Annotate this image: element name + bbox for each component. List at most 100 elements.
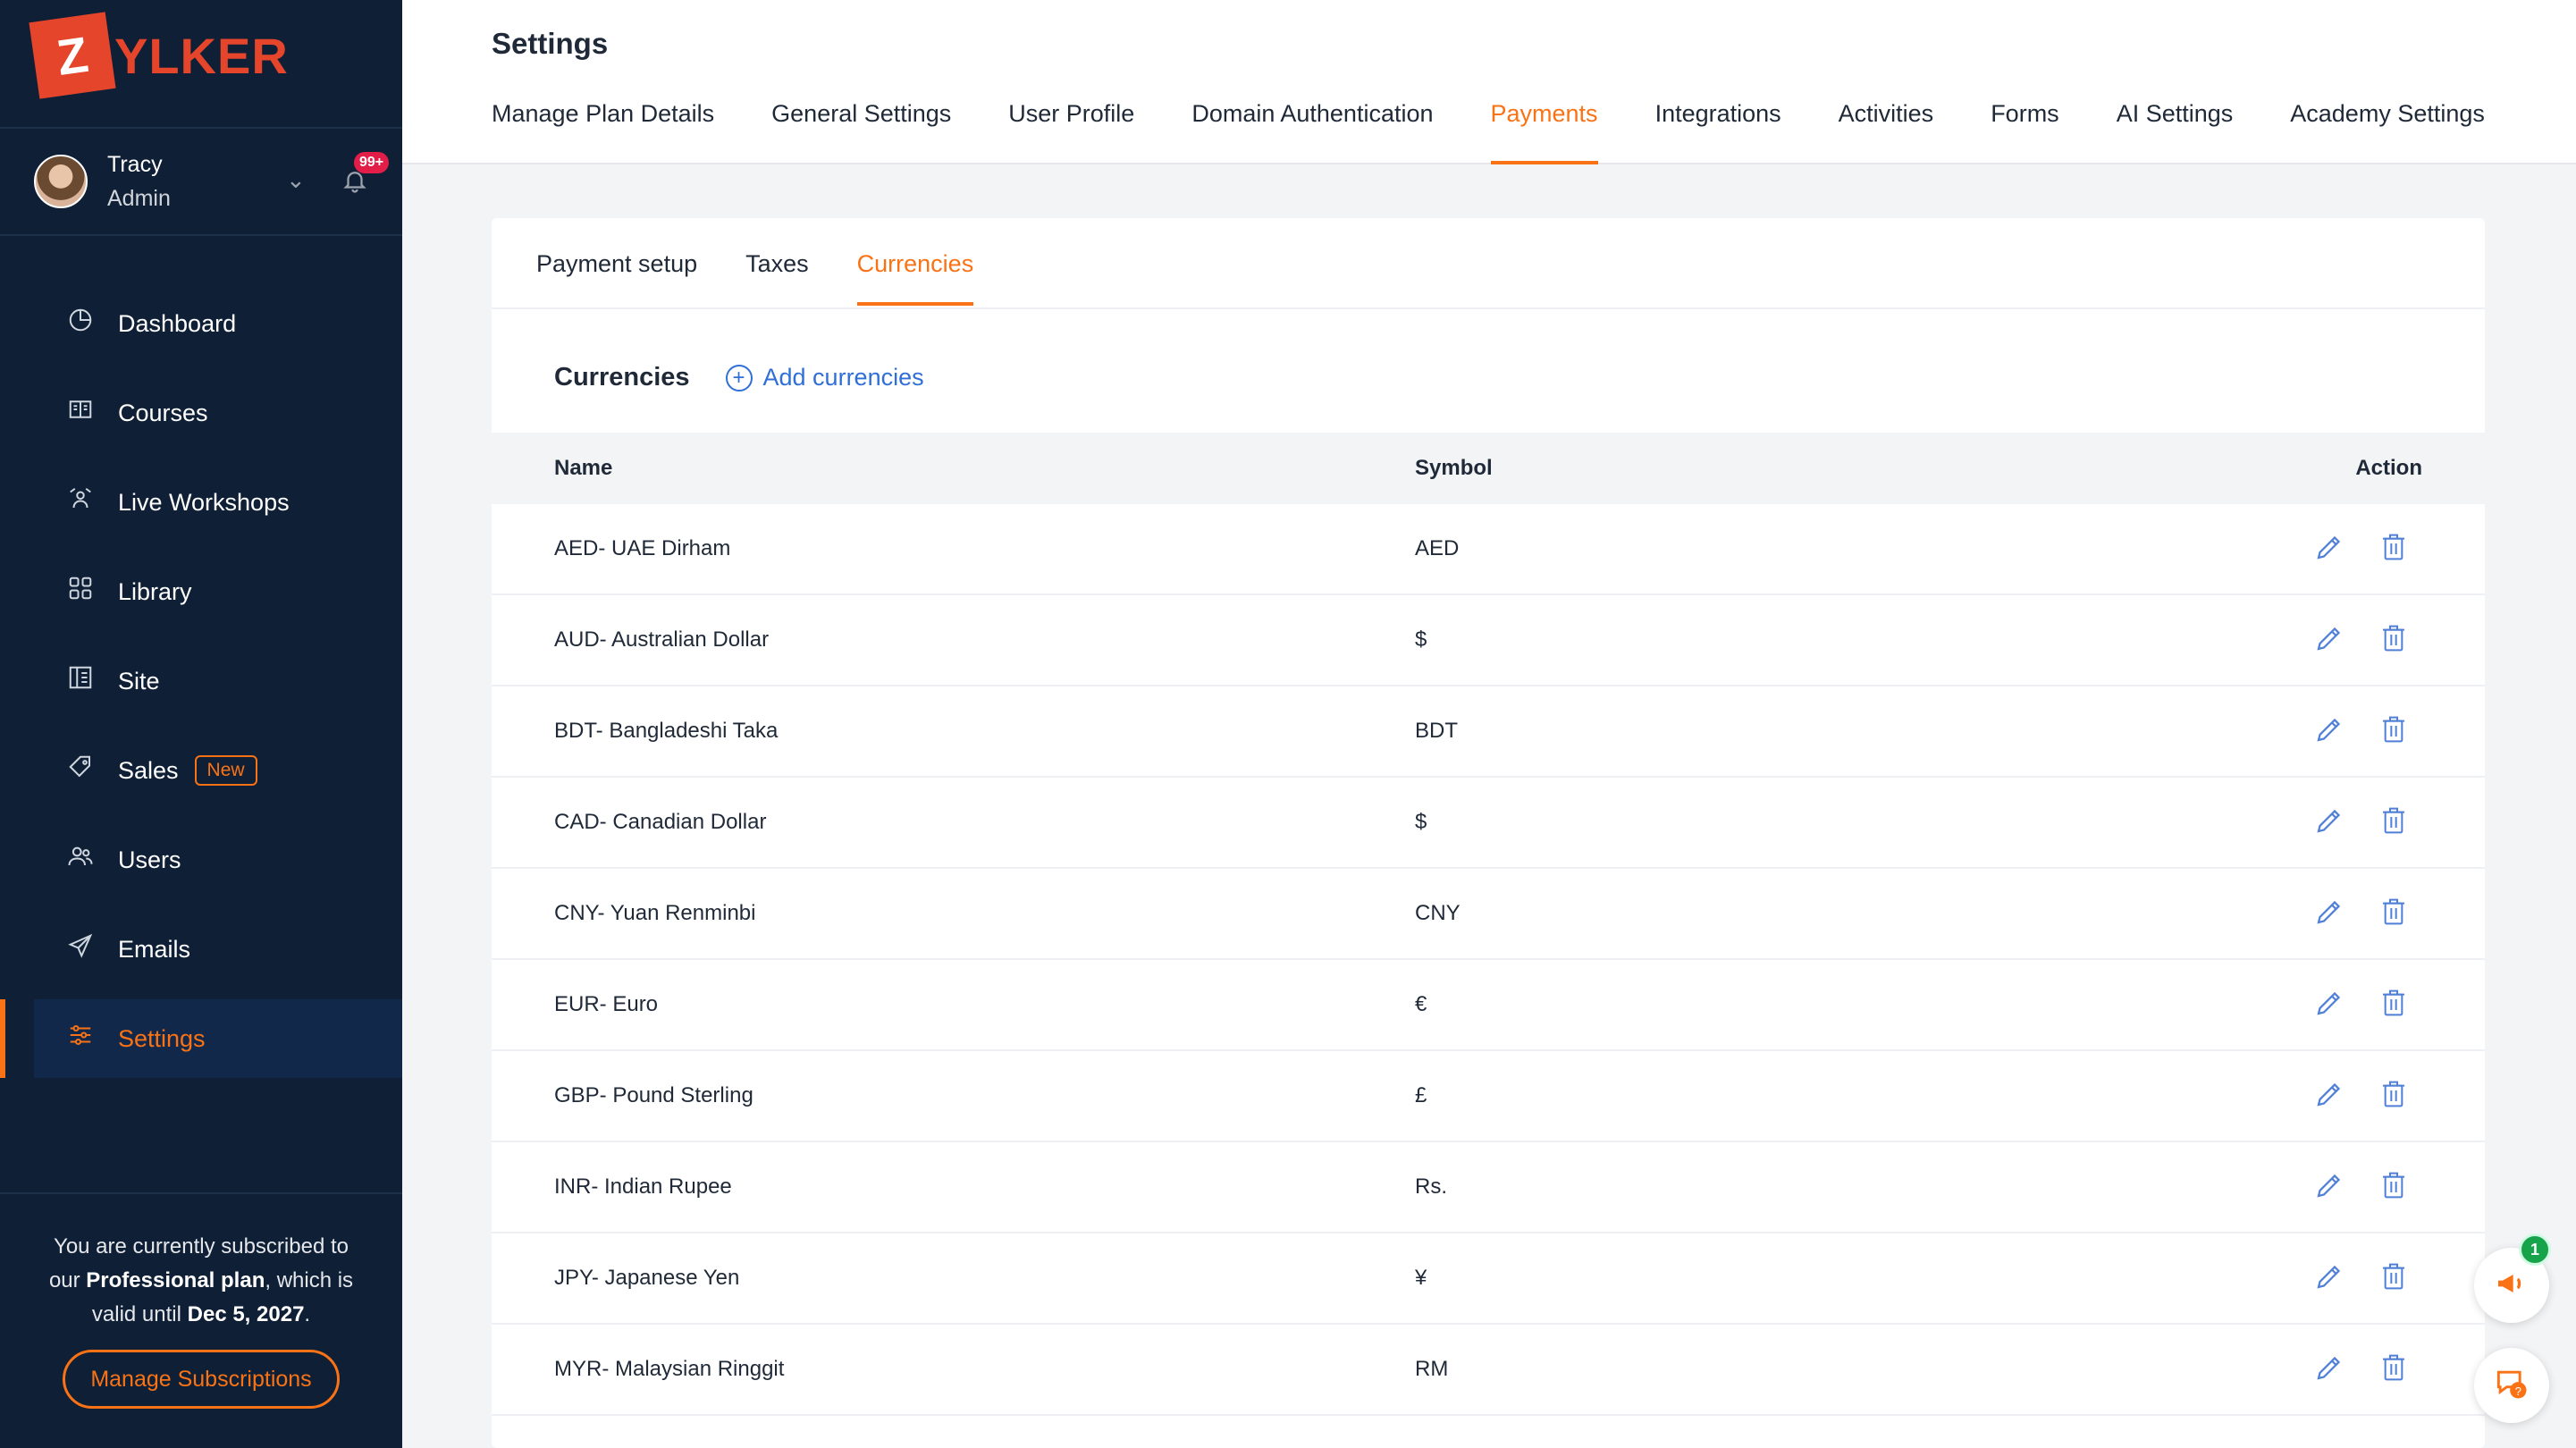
sidebar-item-label: Settings (118, 1024, 206, 1052)
edit-icon[interactable] (2313, 622, 2345, 654)
sidebar-item-emails[interactable]: Emails (34, 910, 402, 989)
table-row: CAD- Canadian Dollar $ (492, 778, 2485, 869)
logo[interactable]: Z YLKER (29, 11, 289, 100)
user-profile[interactable]: Tracy Admin ⌄ 99+ (34, 141, 390, 222)
subscription-info: You are currently subscribed to our Prof… (36, 1230, 366, 1332)
sidebar-item-label: Users (118, 846, 181, 873)
user-name: Tracy (107, 152, 163, 177)
table-row: CNY- Yuan Renminbi CNY (492, 869, 2485, 960)
table-row: JPY- Japanese Yen ¥ (492, 1233, 2485, 1325)
manage-subscriptions-button[interactable]: Manage Subscriptions (63, 1350, 340, 1409)
edit-icon[interactable] (2313, 1169, 2345, 1201)
grid-icon (64, 575, 97, 609)
edit-icon[interactable] (2313, 713, 2345, 745)
tab-activities[interactable]: Activities (1839, 100, 1934, 164)
subtab-taxes[interactable]: Taxes (745, 250, 809, 306)
tab-domain-authentication[interactable]: Domain Authentication (1191, 100, 1433, 164)
tab-forms[interactable]: Forms (1991, 100, 2059, 164)
edit-icon[interactable] (2313, 804, 2345, 837)
currency-name: CNY- Yuan Renminbi (554, 901, 756, 925)
trash-icon[interactable] (2379, 1078, 2408, 1110)
trash-icon[interactable] (2379, 622, 2408, 654)
svg-text:?: ? (2515, 1384, 2521, 1397)
trash-icon[interactable] (2379, 531, 2408, 563)
pie-chart-icon (64, 307, 97, 341)
currency-name: BDT- Bangladeshi Taka (554, 719, 779, 743)
table-header: Name Symbol Action (492, 433, 2485, 504)
currency-name: GBP- Pound Sterling (554, 1083, 753, 1107)
plus-circle-icon: + (725, 364, 753, 391)
help-chat-button[interactable]: ? (2474, 1348, 2549, 1423)
edit-icon[interactable] (2313, 531, 2345, 563)
sliders-icon (64, 1022, 97, 1056)
currency-name: INR- Indian Rupee (554, 1174, 732, 1199)
divider (0, 127, 402, 129)
tab-integrations[interactable]: Integrations (1655, 100, 1781, 164)
trash-icon[interactable] (2379, 987, 2408, 1019)
sidebar-item-live-workshops[interactable]: Live Workshops (34, 463, 402, 542)
edit-icon[interactable] (2313, 1078, 2345, 1110)
sidebar-item-settings[interactable]: Settings (0, 999, 402, 1078)
tab-payments[interactable]: Payments (1490, 100, 1598, 164)
payment-subtabs: Payment setup Taxes Currencies (536, 250, 1022, 306)
trash-icon[interactable] (2379, 1260, 2408, 1292)
add-currencies-button[interactable]: + Add currencies (725, 364, 924, 391)
sidebar-item-dashboard[interactable]: Dashboard (34, 284, 402, 363)
logo-text: YLKER (114, 27, 289, 84)
subtab-payment-setup[interactable]: Payment setup (536, 250, 697, 306)
sidebar-item-library[interactable]: Library (34, 552, 402, 631)
sidebar-item-label: Dashboard (118, 309, 237, 337)
tab-academy-settings[interactable]: Academy Settings (2290, 100, 2485, 164)
sidebar-item-courses[interactable]: Courses (34, 374, 402, 452)
table-row: GBP- Pound Sterling £ (492, 1051, 2485, 1142)
sidebar-item-sales[interactable]: Sales New (34, 731, 402, 810)
currency-symbol: $ (1415, 627, 1427, 652)
column-header-action: Action (2355, 456, 2422, 480)
sidebar-item-label: Live Workshops (118, 488, 290, 516)
sidebar-item-site[interactable]: Site (34, 642, 402, 720)
tab-general-settings[interactable]: General Settings (771, 100, 951, 164)
divider (0, 1192, 402, 1194)
table-row: AED- UAE Dirham AED (492, 504, 2485, 595)
layout-icon (64, 664, 97, 698)
currency-symbol: BDT (1415, 719, 1458, 743)
sidebar-nav: Dashboard Courses Live Workshops Library… (0, 284, 402, 1089)
trash-icon[interactable] (2379, 1169, 2408, 1201)
sidebar-item-users[interactable]: Users (34, 821, 402, 899)
valid-until-date: Dec 5, 2027 (187, 1302, 305, 1326)
sidebar: Z YLKER Tracy Admin ⌄ 99+ Dashboard Cour… (0, 0, 402, 1448)
trash-icon[interactable] (2379, 896, 2408, 928)
send-icon (64, 932, 97, 966)
currency-symbol: $ (1415, 810, 1427, 834)
add-currencies-label: Add currencies (762, 364, 924, 391)
edit-icon[interactable] (2313, 1351, 2345, 1384)
trash-icon[interactable] (2379, 1351, 2408, 1384)
currency-symbol: £ (1415, 1083, 1427, 1107)
edit-icon[interactable] (2313, 896, 2345, 928)
edit-icon[interactable] (2313, 987, 2345, 1019)
tab-ai-settings[interactable]: AI Settings (2117, 100, 2234, 164)
subtab-currencies[interactable]: Currencies (856, 250, 973, 306)
currency-symbol: € (1415, 992, 1427, 1016)
users-icon (64, 843, 97, 877)
trash-icon[interactable] (2379, 804, 2408, 837)
avatar (34, 155, 88, 208)
active-indicator (0, 999, 5, 1078)
section-title: Currencies (554, 363, 690, 391)
tab-user-profile[interactable]: User Profile (1008, 100, 1134, 164)
notification-badge: 99+ (354, 152, 390, 173)
table-row: BDT- Bangladeshi Taka BDT (492, 686, 2485, 778)
book-icon (64, 396, 97, 430)
edit-icon[interactable] (2313, 1260, 2345, 1292)
page-title: Settings (492, 27, 609, 60)
chevron-down-icon[interactable]: ⌄ (286, 166, 306, 194)
currency-table: AED- UAE Dirham AED AUD- Australian Dollar… (492, 504, 2485, 1416)
trash-icon[interactable] (2379, 713, 2408, 745)
announcement-count-badge: 1 (2519, 1233, 2551, 1266)
divider (0, 234, 402, 236)
currency-name: CAD- Canadian Dollar (554, 810, 767, 834)
currencies-header: Currencies + Add currencies (554, 363, 924, 392)
tab-manage-plan-details[interactable]: Manage Plan Details (492, 100, 714, 164)
payments-card: Payment setup Taxes Currencies Currencie… (492, 218, 2485, 1448)
megaphone-icon (2494, 1266, 2530, 1306)
